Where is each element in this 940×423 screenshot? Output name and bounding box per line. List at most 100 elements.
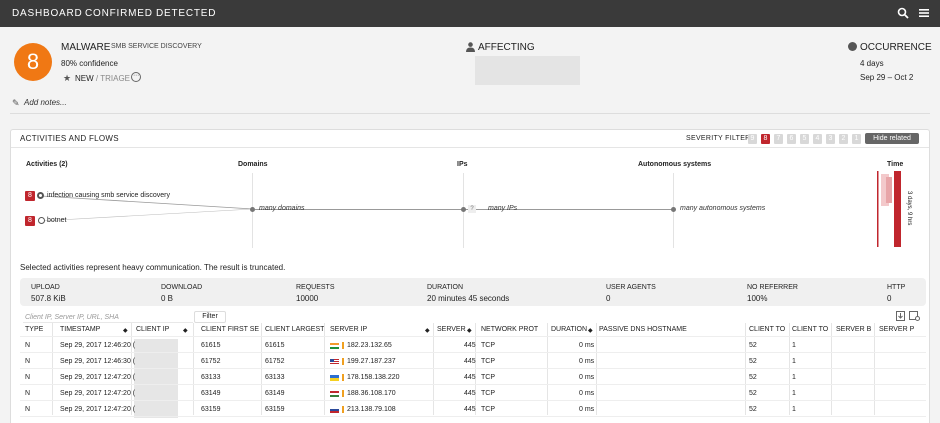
col-autonomous-systems: Autonomous systems (638, 161, 712, 168)
cell-client-to-2: 1 (792, 358, 796, 365)
row-divider (20, 400, 926, 401)
user-icon (466, 42, 475, 52)
severity-9[interactable]: 9 (748, 134, 757, 144)
sort-icon[interactable]: ◆ (183, 327, 188, 334)
occurrence-label: OCCURRENCE (860, 42, 932, 53)
table-header-rule (20, 336, 926, 337)
many-domains-label[interactable]: many domains (259, 205, 305, 212)
severity-filter-label: SEVERITY FILTER: (686, 135, 753, 142)
sort-icon[interactable]: ◆ (123, 327, 128, 334)
cell-duration: 0 ms (579, 390, 595, 397)
many-asys-label[interactable]: many autonomous systems (680, 205, 765, 212)
cell-client-to-2: 1 (792, 406, 796, 413)
summary-label: REQUESTS (296, 284, 335, 291)
summary-value: 507.8 KiB (31, 294, 66, 303)
sort-icon[interactable]: ◆ (425, 327, 430, 334)
asys-node[interactable] (671, 207, 676, 212)
triage-status[interactable]: NEW / TRIAGE (75, 74, 130, 83)
th-server-bytes[interactable]: SERVER B (836, 326, 871, 333)
cell-client-to-1: 52 (749, 406, 757, 413)
th-client-to-2[interactable]: CLIENT TO (792, 326, 828, 333)
time-histogram[interactable] (877, 171, 903, 247)
col-ips: IPs (457, 161, 468, 168)
th-client-ip[interactable]: CLIENT IP (136, 326, 169, 333)
ip-count-badge: ? (468, 205, 476, 213)
severity-6[interactable]: 6 (787, 134, 796, 144)
affecting-hosts-redacted (475, 56, 580, 85)
affecting-label: AFFECTING (478, 42, 535, 53)
flow-summary: UPLOAD 507.8 KiB DOWNLOAD 0 B REQUESTS 1… (20, 278, 926, 306)
export-columns-icon[interactable] (909, 311, 920, 321)
activity-select-radio[interactable] (38, 217, 45, 224)
th-type[interactable]: TYPE (25, 326, 43, 333)
star-icon[interactable]: ★ (63, 73, 71, 84)
flow-filter-input[interactable]: Client IP, Server IP, URL, SHA (23, 312, 193, 323)
cell-protocol: TCP (481, 374, 495, 381)
tab-confirmed[interactable]: CONFIRMED (85, 8, 153, 19)
activity-select-radio[interactable] (37, 192, 44, 199)
header-divider (10, 113, 930, 114)
geo-marker (342, 342, 344, 349)
cell-server-ip[interactable]: 178.158.138.220 (347, 374, 400, 381)
summary-label: DOWNLOAD (161, 284, 203, 291)
sort-icon[interactable]: ◆ (588, 327, 593, 334)
ips-node[interactable] (461, 207, 466, 212)
severity-7[interactable]: 7 (774, 134, 783, 144)
th-timestamp[interactable]: TIMESTAMP (60, 326, 100, 333)
client-ip-redacted (134, 339, 178, 418)
cell-duration: 0 ms (579, 342, 595, 349)
th-client-to-1[interactable]: CLIENT TO (749, 326, 785, 333)
hide-related-button[interactable]: Hide related (865, 133, 919, 144)
geo-marker (342, 358, 344, 365)
activity-label[interactable]: botnet (47, 217, 66, 224)
filter-button[interactable]: Filter (194, 311, 226, 323)
more-options-icon[interactable]: ⋯ (131, 72, 141, 82)
search-icon[interactable] (897, 7, 909, 19)
severity-2[interactable]: 2 (839, 134, 848, 144)
cell-type: N (25, 342, 31, 349)
activity-score-badge: 8 (25, 191, 35, 201)
menu-icon[interactable] (918, 7, 930, 19)
cell-type: N (25, 374, 31, 381)
th-client-first-seen[interactable]: CLIENT FIRST SE (201, 326, 259, 333)
th-client-largest[interactable]: CLIENT LARGEST (265, 326, 324, 333)
severity-4[interactable]: 4 (813, 134, 822, 144)
severity-3[interactable]: 3 (826, 134, 835, 144)
summary-value: 0 B (161, 294, 174, 303)
cell-server-ip[interactable]: 213.138.79.108 (347, 406, 396, 413)
activity-label[interactable]: infection causing smb service discovery (47, 192, 170, 199)
cell-server-port: 445 (464, 358, 476, 365)
add-notes-link[interactable]: Add notes... (24, 98, 67, 107)
cell-server-ip[interactable]: 199.27.187.237 (347, 358, 396, 365)
cell-server-port: 445 (464, 374, 476, 381)
summary-label: HTTP (887, 284, 906, 291)
cell-server-ip[interactable]: 188.36.108.170 (347, 390, 396, 397)
cell-server-ip[interactable]: 182.23.132.65 (347, 342, 392, 349)
sort-icon[interactable]: ◆ (467, 327, 472, 334)
pencil-icon[interactable]: ✎ (12, 98, 20, 109)
download-icon[interactable] (896, 311, 905, 321)
tab-detected[interactable]: DETECTED (156, 8, 216, 19)
flag-hungary-icon (330, 391, 339, 397)
th-server-port[interactable]: SERVER (437, 326, 466, 333)
severity-1[interactable]: 1 (852, 134, 861, 144)
occurrence-range: Sep 29 – Oct 2 (860, 73, 914, 82)
th-duration[interactable]: DURATION (551, 326, 587, 333)
cell-client-first: 61615 (201, 342, 221, 349)
geo-marker (342, 374, 344, 381)
truncated-message: Selected activities represent heavy comm… (20, 263, 286, 272)
th-server-ip[interactable]: SERVER IP (330, 326, 367, 333)
severity-8[interactable]: 8 (761, 134, 770, 144)
row-divider (20, 384, 926, 385)
th-passive-dns[interactable]: PASSIVE DNS HOSTNAME (599, 326, 687, 333)
th-network-protocol[interactable]: NETWORK PROT (481, 326, 538, 333)
tab-dashboard[interactable]: DASHBOARD (12, 8, 83, 19)
cell-client-to-1: 52 (749, 358, 757, 365)
status-triage: TRIAGE (100, 74, 130, 83)
th-server-packets[interactable]: SERVER P (879, 326, 914, 333)
status-separator: / (95, 74, 99, 83)
domains-node[interactable] (250, 207, 255, 212)
severity-5[interactable]: 5 (800, 134, 809, 144)
cell-client-largest: 63149 (265, 390, 285, 397)
many-ips-label[interactable]: many IPs (488, 205, 517, 212)
